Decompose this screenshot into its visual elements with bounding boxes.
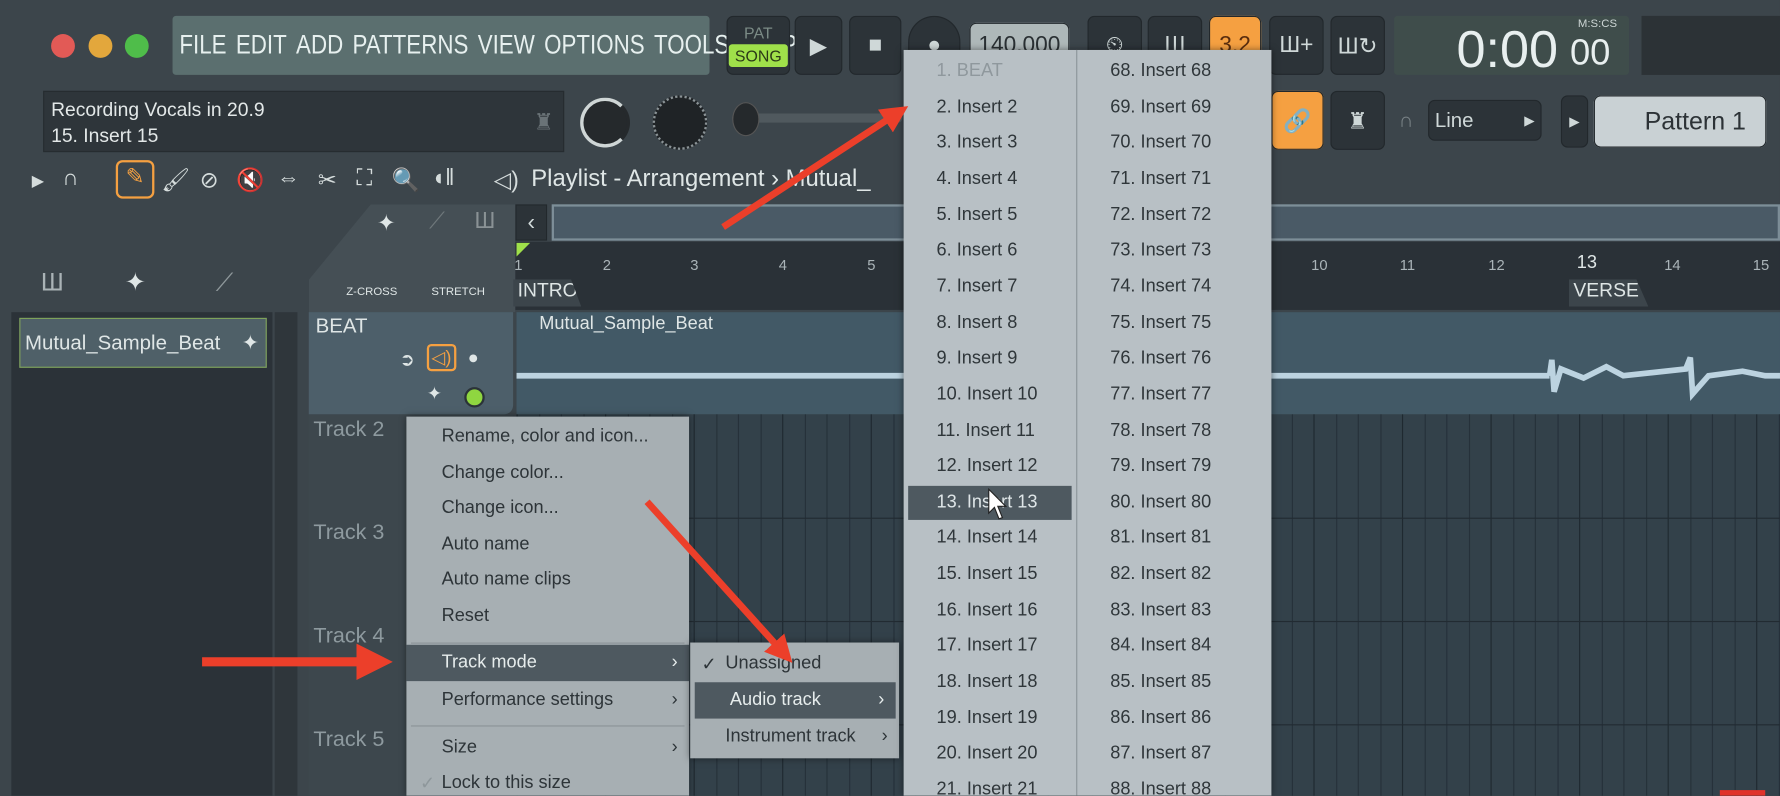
annotation-arrows xyxy=(202,106,909,680)
arrow-to-insert-list xyxy=(721,106,909,230)
arrow-to-audio-track xyxy=(644,499,793,663)
fl-studio-window: FILEEDITADDPATTERNSVIEWOPTIONSTOOLSHELP … xyxy=(0,0,1780,796)
red-indicator xyxy=(1719,790,1766,796)
